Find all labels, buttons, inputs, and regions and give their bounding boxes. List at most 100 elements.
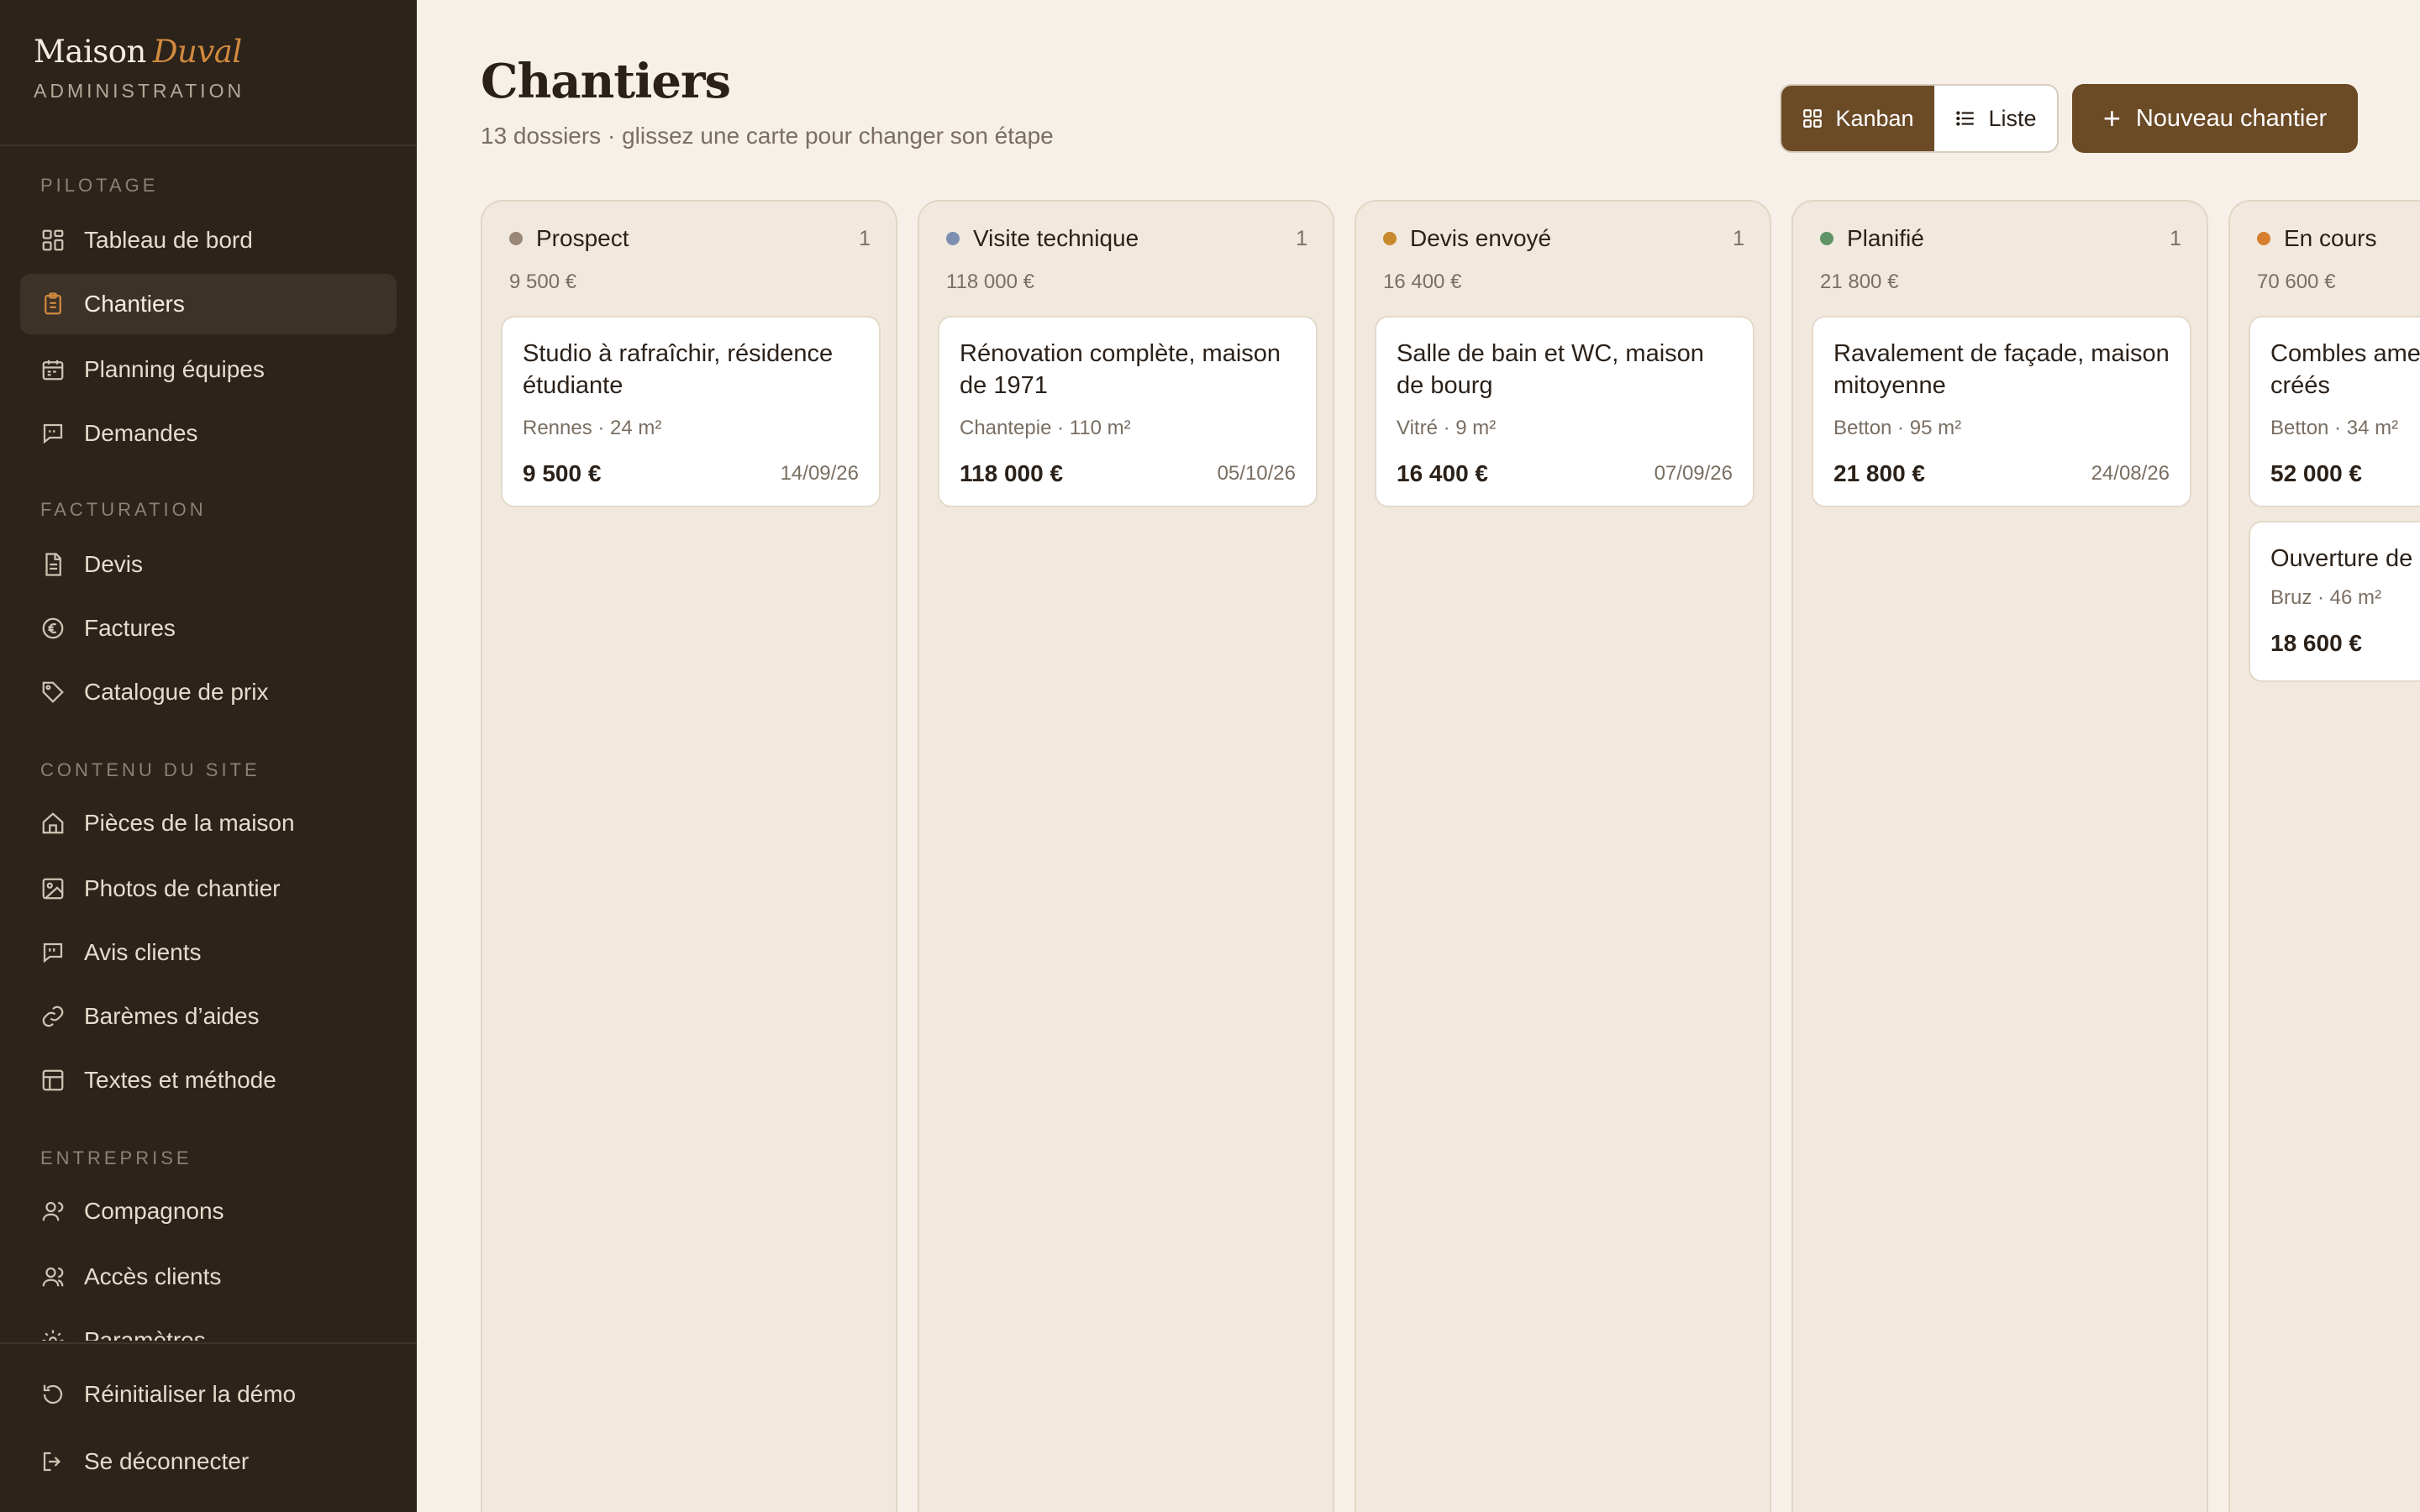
sidebar-item-label: Factures (84, 615, 176, 641)
column-count: 1 (859, 226, 871, 250)
card-location: Rennes · 24 m² (523, 417, 662, 439)
home-icon (40, 811, 66, 836)
reset-icon (40, 1382, 66, 1407)
logout-button[interactable]: Se déconnecter (20, 1431, 397, 1492)
page-title: Chantiers (481, 54, 731, 109)
card-price: 16 400 € (1397, 460, 1488, 486)
euro-icon (40, 616, 66, 641)
sidebar-item-factures[interactable]: Factures (20, 598, 397, 659)
column-title: Prospect (536, 225, 629, 251)
liste-label: Liste (1988, 105, 2037, 131)
chantier-card[interactable]: Ravalement de façade, maison mitoyenne B… (1812, 316, 2191, 507)
sidebar-item-label: Chantiers (84, 291, 185, 317)
column-header: En cours (2257, 222, 2420, 255)
card-title: Studio à rafraîchir, résidence étudiante (523, 340, 834, 399)
sidebar-item-compagnons[interactable]: Compagnons (20, 1181, 397, 1242)
chantier-card[interactable]: Rénovation complète, maison de 1971 Chan… (938, 316, 1318, 507)
sidebar-item-devis[interactable]: Devis (20, 534, 397, 595)
card-price: 118 000 € (960, 460, 1064, 486)
sidebar-item-label: Catalogue de prix (84, 679, 269, 705)
list-icon (1956, 111, 1975, 126)
logout-icon (40, 1449, 66, 1474)
column-count: 1 (1296, 226, 1307, 250)
chantier-card[interactable]: Studio à rafraîchir, résidence étudiante… (501, 316, 881, 507)
column-total: 70 600 € (2257, 270, 2336, 293)
card-price: 9 500 € (523, 460, 602, 486)
chantier-card[interactable]: Combles ame créés Betton · 34 m² 52 000 € (2249, 316, 2420, 507)
kanban-board: Prospect 1 9 500 € Studio à rafraîchir, … (481, 200, 2420, 1512)
sidebar-item-baremes-aides[interactable]: Barèmes d’aides (20, 986, 397, 1047)
kanban-column-devis-envoye: Devis envoyé 1 16 400 € Salle de bain et… (1355, 200, 1771, 1512)
card-location: Betton · 34 m² (2270, 417, 2399, 439)
status-dot (2257, 232, 2270, 245)
logout-label: Se déconnecter (84, 1448, 250, 1474)
sidebar-item-demandes[interactable]: Demandes (20, 403, 397, 464)
card-price: 18 600 € (2270, 630, 2362, 656)
message-icon (40, 421, 66, 446)
column-total: 16 400 € (1383, 270, 1462, 293)
sidebar-item-pieces-de-la-maison[interactable]: Pièces de la maison (20, 793, 397, 853)
sidebar: Maison Duval ADMINISTRATION PILOTAGE Tabl… (0, 0, 417, 1512)
column-header: Devis envoyé 1 (1383, 222, 1744, 255)
nav-section-title: CONTENU DU SITE (40, 759, 260, 780)
card-date: 14/09/26 (780, 462, 859, 485)
card-price: 52 000 € (2270, 460, 2362, 486)
sidebar-item-label: Devis (84, 551, 144, 577)
sidebar-item-textes-et-methode[interactable]: Textes et méthode (20, 1050, 397, 1110)
sidebar-item-label: Accès clients (84, 1263, 222, 1289)
column-title: Planifié (1847, 225, 1924, 251)
dashboard-icon (40, 228, 66, 253)
column-header: Planifié 1 (1820, 222, 2181, 255)
reset-demo-button[interactable]: Réinitialiser la démo (20, 1364, 397, 1425)
chantier-card[interactable]: Salle de bain et WC, maison de bourg Vit… (1375, 316, 1754, 507)
card-price: 21 800 € (1833, 460, 1925, 486)
grid-icon (1803, 109, 1823, 128)
link-icon (40, 1004, 66, 1029)
brand-logo[interactable]: Maison Duval ADMINISTRATION (34, 34, 245, 102)
status-dot (509, 232, 523, 245)
brand-name: Maison Duval (34, 34, 245, 70)
sidebar-item-photos-de-chantier[interactable]: Photos de chantier (20, 858, 397, 919)
chantier-card[interactable]: Ouverture de Bruz · 46 m² 18 600 € (2249, 521, 2420, 682)
card-date: 05/10/26 (1217, 462, 1296, 485)
nav-section-title: ENTREPRISE (40, 1147, 192, 1168)
sidebar-item-label: Textes et méthode (84, 1067, 276, 1093)
sidebar-nav: PILOTAGE Tableau de bord Chantiers Plann… (0, 168, 417, 1341)
brand-subtitle: ADMINISTRATION (34, 80, 245, 102)
new-chantier-button[interactable]: + Nouveau chantier (2072, 84, 2358, 153)
user-icon (40, 1199, 66, 1224)
liste-view-button[interactable]: Liste (1934, 86, 2057, 151)
image-icon (40, 876, 66, 901)
users-icon (40, 1264, 66, 1289)
calendar-icon (40, 357, 66, 382)
sidebar-footer: Réinitialiser la démo Se déconnecter (0, 1342, 417, 1512)
view-toggle: Kanban Liste (1780, 84, 2059, 153)
kanban-column-prospect: Prospect 1 9 500 € Studio à rafraîchir, … (481, 200, 897, 1512)
sidebar-item-label: Avis clients (84, 939, 202, 965)
card-title: Salle de bain et WC, maison de bourg (1397, 340, 1704, 399)
sidebar-item-planning-equipes[interactable]: Planning équipes (20, 339, 397, 400)
sidebar-item-label: Barèmes d’aides (84, 1003, 260, 1029)
kanban-column-planifie: Planifié 1 21 800 € Ravalement de façade… (1791, 200, 2208, 1512)
nav-section-title: PILOTAGE (40, 175, 159, 196)
sidebar-item-label: Pièces de la maison (84, 810, 295, 836)
card-location: Betton · 95 m² (1833, 417, 1962, 439)
sidebar-item-tableau-de-bord[interactable]: Tableau de bord (20, 210, 397, 270)
sidebar-item-catalogue-de-prix[interactable]: Catalogue de prix (20, 662, 397, 722)
tag-icon (40, 680, 66, 705)
sidebar-item-chantiers[interactable]: Chantiers (20, 274, 397, 334)
sidebar-item-avis-clients[interactable]: Avis clients (20, 922, 397, 983)
kanban-view-button[interactable]: Kanban (1781, 86, 1934, 151)
page-subtitle: 13 dossiers · glissez une carte pour cha… (481, 123, 1054, 149)
column-title: Visite technique (973, 225, 1139, 251)
sidebar-item-acces-clients[interactable]: Accès clients (20, 1247, 397, 1307)
reset-demo-label: Réinitialiser la démo (84, 1381, 297, 1407)
column-total: 118 000 € (946, 270, 1034, 293)
status-dot (946, 232, 960, 245)
plus-icon: + (2102, 101, 2121, 135)
kanban-column-en-cours: En cours 70 600 € Combles ame créés Betto… (2228, 200, 2420, 1512)
card-date: 24/08/26 (2091, 462, 2170, 485)
sidebar-item-label: Paramètres (84, 1327, 206, 1341)
sidebar-item-parametres[interactable]: Paramètres (20, 1310, 397, 1341)
column-header: Prospect 1 (509, 222, 871, 255)
